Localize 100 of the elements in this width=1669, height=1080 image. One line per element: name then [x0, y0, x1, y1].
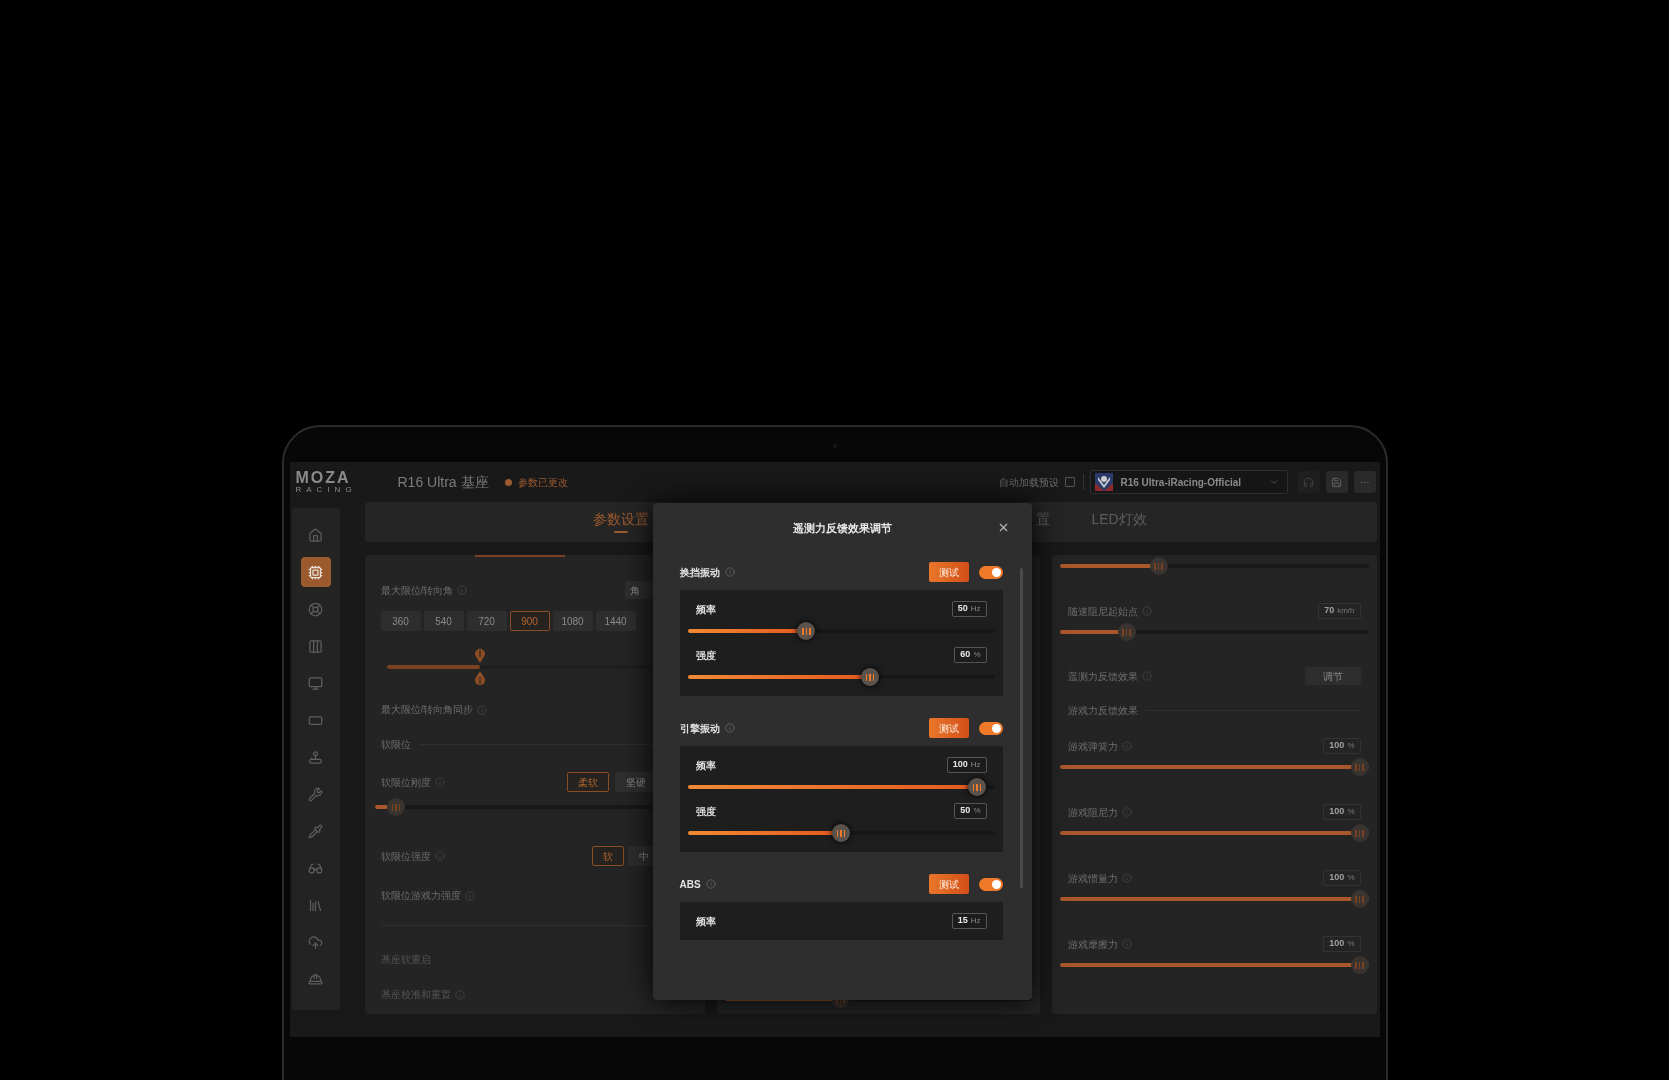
setting-label: 遥测力反馈效果: [1067, 669, 1138, 684]
setting-label: 游戏摩擦力: [1067, 937, 1118, 952]
value-text: 100: [952, 758, 968, 772]
unit-text: Hz: [970, 603, 981, 615]
setting-label: 游戏力反馈效果: [1067, 704, 1138, 718]
sidebar-item[interactable]: [300, 557, 331, 587]
value-field[interactable]: 70 km/h: [1318, 603, 1361, 619]
info-icon[interactable]: [724, 567, 735, 577]
slider[interactable]: [1059, 824, 1369, 842]
toggle-switch[interactable]: [978, 565, 1003, 579]
section-title: ABS: [679, 877, 701, 892]
angle-button[interactable]: 角: [624, 581, 653, 599]
setting-label: 游戏弹簧力: [1067, 739, 1118, 754]
slider-thumb[interactable]: [797, 622, 816, 640]
section-title: 换挡振动: [679, 565, 720, 580]
unit-text: %: [1347, 938, 1355, 950]
param-label: 强度: [695, 804, 716, 819]
helmet-icon: [308, 971, 323, 987]
logo-subtitle: RACING: [295, 486, 357, 494]
caret-icon: [1268, 477, 1279, 487]
slider-thumb[interactable]: [1350, 890, 1369, 908]
option-button[interactable]: 360: [380, 611, 421, 631]
unit-text: %: [1347, 740, 1355, 752]
option-button[interactable]: 1440: [595, 611, 636, 631]
setting-label: 软限位游戏力强度: [380, 889, 461, 903]
value-text: 100: [1329, 871, 1345, 885]
slider-thumb[interactable]: [967, 778, 986, 796]
slider-thumb[interactable]: [832, 824, 850, 842]
slider-thumb[interactable]: [386, 798, 405, 816]
setting-label: 最大限位/转向角同步: [380, 703, 474, 717]
monitor-icon: [308, 675, 323, 691]
unit-text: Hz: [970, 759, 981, 771]
info-icon[interactable]: [705, 879, 716, 889]
value-field[interactable]: 50 Hz: [951, 601, 987, 617]
slider-thumb[interactable]: [1350, 758, 1369, 776]
profile-dropdown[interactable]: R16 Ultra-iRacing-Official: [1089, 470, 1288, 494]
value-field[interactable]: 50 %: [954, 803, 987, 819]
profile-name: R16 Ultra-iRacing-Official: [1120, 475, 1242, 490]
adjust-button[interactable]: 调节: [1304, 667, 1361, 685]
option-button[interactable]: 540: [423, 611, 464, 631]
device-title: R16 Ultra 基座: [397, 472, 489, 492]
option-button[interactable]: 900: [509, 611, 550, 631]
slider[interactable]: [687, 668, 995, 686]
status-text: 参数已更改: [517, 475, 568, 490]
toggle-switch[interactable]: [978, 721, 1003, 735]
option-button[interactable]: 720: [466, 611, 507, 631]
value-field[interactable]: 100 %: [1323, 804, 1361, 820]
value-text: 50: [960, 804, 971, 818]
slider[interactable]: [687, 778, 995, 796]
slider[interactable]: [1059, 956, 1369, 974]
value-field[interactable]: 60 %: [954, 647, 987, 663]
slider[interactable]: [687, 824, 995, 842]
slider[interactable]: [687, 622, 995, 640]
value-text: 100: [1329, 805, 1345, 819]
joystick-icon: [308, 749, 323, 765]
slider[interactable]: [1059, 890, 1369, 908]
auto-load-label: 自动加载预设: [998, 475, 1059, 490]
slider-thumb[interactable]: [1350, 956, 1369, 974]
value-field[interactable]: 100 %: [1323, 870, 1361, 886]
section-title: 引擎振动: [679, 721, 720, 736]
value-text: 15: [957, 914, 968, 928]
info-icon[interactable]: [724, 723, 735, 733]
slider-thumb[interactable]: [860, 668, 879, 686]
profile-icon: [1094, 473, 1113, 491]
wrench-icon: [308, 786, 323, 802]
pipette-icon: [308, 823, 323, 839]
more-button[interactable]: [1353, 471, 1376, 493]
test-button[interactable]: 测试: [928, 874, 969, 894]
param-label: 频率: [695, 758, 716, 773]
setting-label: 最大限位/转向角: [380, 583, 454, 598]
value-field[interactable]: 100 %: [1323, 738, 1361, 754]
slider[interactable]: [1059, 557, 1369, 575]
value-field[interactable]: 100 Hz: [946, 757, 987, 773]
slider[interactable]: [1059, 623, 1369, 641]
slider-thumb[interactable]: [1149, 557, 1168, 575]
save-button[interactable]: [1325, 471, 1348, 493]
setting-label: 软限位强度: [380, 849, 431, 864]
checkbox[interactable]: [1064, 477, 1075, 487]
value-field[interactable]: 100 %: [1323, 936, 1361, 952]
unit-text: Hz: [970, 915, 981, 927]
value-text: 50: [957, 602, 968, 616]
chip-icon: [308, 564, 323, 580]
range-handle[interactable]: [473, 671, 486, 687]
option-button[interactable]: 1080: [552, 611, 593, 631]
tab[interactable]: 参数设置: [592, 510, 649, 536]
option-button[interactable]: 柔软: [566, 772, 609, 792]
slider-thumb[interactable]: [1350, 824, 1369, 842]
value-field[interactable]: 15 Hz: [951, 913, 987, 929]
slider-thumb[interactable]: [1117, 623, 1136, 641]
books-icon: [308, 897, 323, 913]
range-handle[interactable]: [473, 647, 486, 663]
dialog-title: 遥测力反馈效果调节: [792, 520, 892, 536]
unit-text: km/h: [1337, 605, 1355, 617]
slider[interactable]: [1059, 758, 1369, 776]
value-text: 100: [1329, 937, 1345, 951]
test-button[interactable]: 测试: [928, 718, 969, 738]
option-button[interactable]: 软: [591, 846, 624, 866]
headphones-button[interactable]: [1297, 471, 1320, 493]
test-button[interactable]: 测试: [928, 562, 969, 582]
toggle-switch[interactable]: [978, 877, 1003, 891]
